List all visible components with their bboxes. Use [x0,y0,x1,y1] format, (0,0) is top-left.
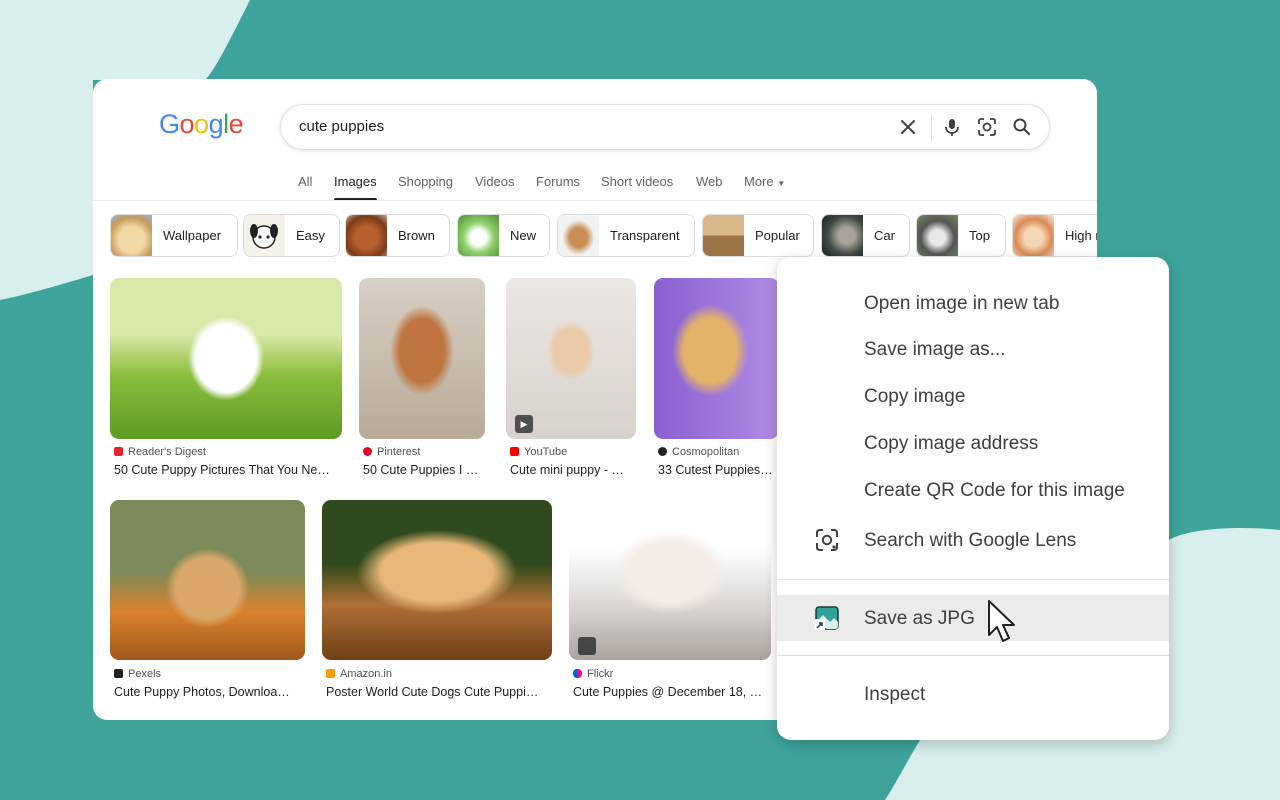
result-source[interactable]: Pexels [114,668,161,680]
chip-thumbnail [346,215,387,256]
result-source[interactable]: YouTube [510,446,567,458]
result-image[interactable] [110,500,305,660]
tab-images[interactable]: Images [334,174,377,189]
search-icon[interactable] [1011,116,1033,138]
tab-web[interactable]: Web [696,174,723,189]
tab-short-videos[interactable]: Short videos [601,174,673,189]
result-card[interactable]: Cosmopolitan 33 Cutest Puppies … [654,278,779,483]
result-source[interactable]: Pinterest [363,446,420,458]
pexels-icon [114,669,123,678]
menu-item-save-as-jpg[interactable]: Save as JPG [864,608,975,630]
menu-item-open-in-new-tab[interactable]: Open image in new tab [864,293,1059,315]
result-card[interactable]: Pexels Cute Puppy Photos, Downloa… [110,500,305,705]
chip-brown[interactable]: Brown [345,214,450,257]
menu-item-search-with-google-lens[interactable]: Search with Google Lens [864,530,1076,552]
chip-thumbnail [703,215,744,256]
video-play-icon: ▶ [515,415,533,433]
tab-forums[interactable]: Forums [536,174,580,189]
chip-wallpaper[interactable]: Wallpaper [110,214,238,257]
chip-car[interactable]: Car [821,214,910,257]
divider [93,200,1097,201]
save-as-jpg-icon [815,606,839,630]
caret-down-icon: ▼ [777,179,786,188]
menu-separator [777,579,1169,580]
menu-item-copy-image-address[interactable]: Copy image address [864,433,1038,455]
result-image[interactable] [654,278,779,439]
tab-shopping[interactable]: Shopping [398,174,453,189]
cosmopolitan-icon [658,447,667,456]
menu-item-create-qr-code[interactable]: Create QR Code for this image [864,480,1125,502]
result-card[interactable]: Amazon.in Poster World Cute Dogs Cute Pu… [322,500,552,705]
menu-item-inspect[interactable]: Inspect [864,684,925,706]
chip-easy[interactable]: Easy [243,214,340,257]
menu-separator [777,655,1169,656]
result-card[interactable]: ▶ YouTube Cute mini puppy - … [506,278,636,483]
chip-thumbnail [558,215,599,256]
result-card[interactable]: Flickr Cute Puppies @ December 18, … [569,500,771,705]
result-card[interactable]: Reader's Digest 50 Cute Puppy Pictures T… [110,278,342,483]
amazon-icon [326,669,335,678]
result-image[interactable] [322,500,552,660]
google-logo[interactable]: Google [159,109,244,140]
youtube-icon [510,447,519,456]
result-source[interactable]: Reader's Digest [114,446,206,458]
result-title[interactable]: Cute Puppies @ December 18, … [573,685,769,699]
result-image[interactable]: ▶ [506,278,636,439]
menu-item-copy-image[interactable]: Copy image [864,386,965,408]
result-title[interactable]: 50 Cute Puppy Pictures That You Ne… [114,463,340,477]
tab-all[interactable]: All [298,174,312,189]
result-title[interactable]: Poster World Cute Dogs Cute Puppi… [326,685,548,699]
chip-transparent[interactable]: Transparent [557,214,695,257]
result-title[interactable]: Cute mini puppy - … [510,463,634,477]
image-badge-icon [578,637,596,655]
readers-digest-icon [114,447,123,456]
chip-thumbnail [917,215,958,256]
chip-high-resolution[interactable]: High r [1012,214,1097,257]
chip-thumbnail [822,215,863,256]
result-source[interactable]: Flickr [573,668,613,680]
mouse-cursor-icon [988,600,1015,642]
close-icon[interactable] [897,116,919,138]
chip-popular[interactable]: Popular [702,214,814,257]
result-source[interactable]: Cosmopolitan [658,446,739,458]
context-menu: Open image in new tab Save image as... C… [777,257,1169,740]
mic-icon[interactable] [941,116,963,138]
pinterest-icon [363,447,372,456]
chip-thumbnail [458,215,499,256]
menu-item-save-image-as[interactable]: Save image as... [864,339,1006,361]
search-input[interactable]: cute puppies [299,118,384,135]
tab-videos[interactable]: Videos [475,174,515,189]
chip-thumbnail [244,215,285,256]
chip-thumbnail [111,215,152,256]
result-title[interactable]: 33 Cutest Puppies … [658,463,776,477]
result-title[interactable]: Cute Puppy Photos, Downloa… [114,685,302,699]
result-image[interactable] [359,278,485,439]
chip-top[interactable]: Top [916,214,1006,257]
chip-new[interactable]: New [457,214,550,257]
tab-more[interactable]: More ▼ [744,174,785,189]
lens-icon[interactable] [976,116,998,138]
result-image[interactable] [569,500,771,660]
chip-thumbnail [1013,215,1054,256]
search-divider [931,115,932,141]
search-box[interactable]: cute puppies [280,104,1050,150]
result-image[interactable] [110,278,342,439]
flickr-icon [573,669,582,678]
result-source[interactable]: Amazon.in [326,668,392,680]
google-lens-icon [816,529,838,551]
result-title[interactable]: 50 Cute Puppies I … [363,463,487,477]
result-card[interactable]: Pinterest 50 Cute Puppies I … [359,278,490,483]
